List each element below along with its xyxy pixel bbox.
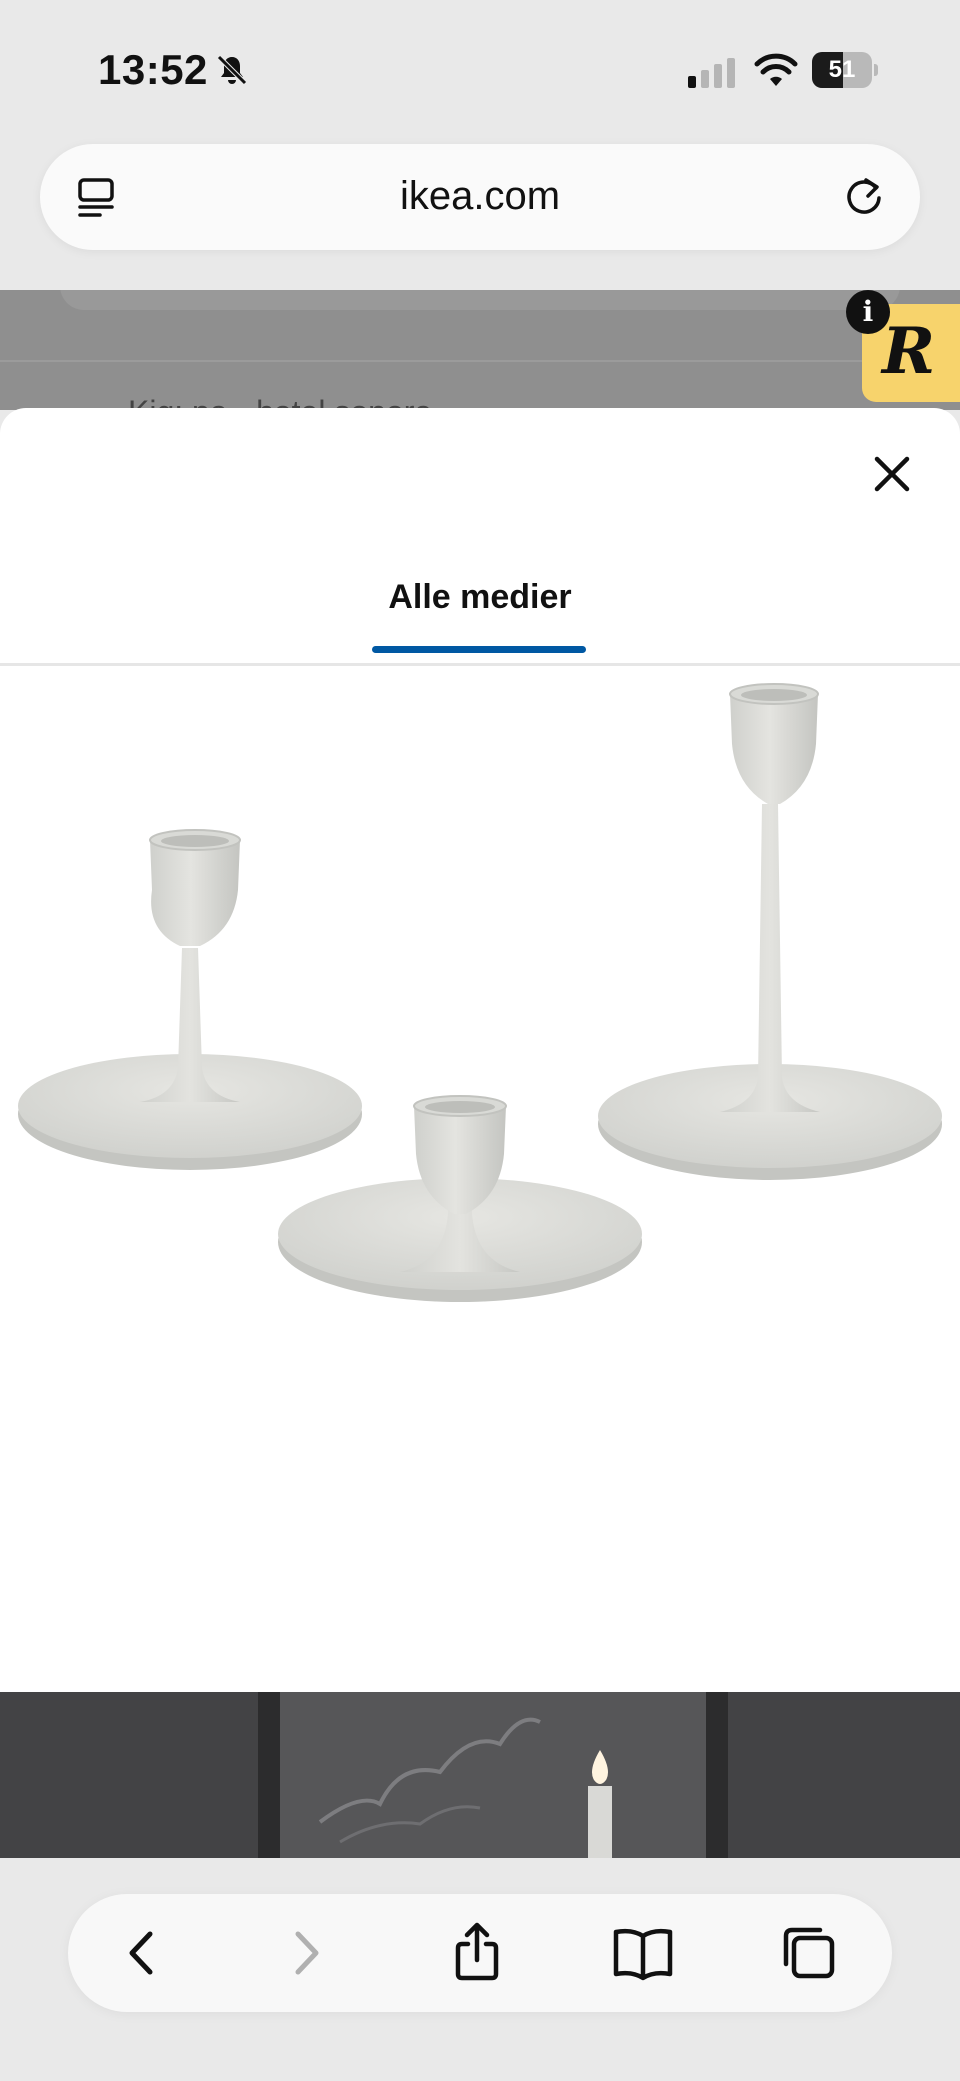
tab-switcher-button[interactable]	[772, 1916, 846, 1990]
browser-toolbar-area	[0, 1858, 960, 2081]
reload-icon[interactable]	[840, 172, 888, 220]
tab-divider	[0, 663, 960, 666]
url-text[interactable]: ikea.com	[40, 174, 920, 219]
candle-holder-right	[598, 683, 942, 1180]
wifi-icon	[754, 53, 798, 86]
battery-indicator: 51	[812, 52, 878, 88]
background-page-overlay: Kig: pa - hotel sonora	[0, 290, 960, 410]
candle-holder-left	[18, 829, 362, 1170]
chevron-left-icon	[129, 1931, 153, 1975]
active-tab-indicator	[372, 646, 586, 653]
status-time: 13:52	[98, 46, 208, 93]
extension-logo: R	[882, 314, 936, 389]
browser-toolbar	[68, 1894, 892, 2012]
tab-all-media[interactable]: Alle medier	[372, 578, 588, 660]
cellular-signal-icon	[688, 58, 735, 88]
tabs-overview-icon	[783, 1927, 835, 1979]
background-card	[60, 290, 900, 310]
battery-level: 51	[828, 56, 856, 83]
bookmarks-button[interactable]	[606, 1916, 680, 1990]
bell-slash-icon	[217, 55, 247, 85]
status-bar: 13:52 51	[0, 0, 960, 140]
close-icon[interactable]	[866, 448, 918, 500]
product-image[interactable]	[0, 668, 960, 1692]
tab-label: Alle medier	[388, 578, 572, 616]
share-icon	[455, 1922, 499, 1981]
address-bar[interactable]: ikea.com	[40, 144, 920, 250]
info-icon[interactable]: i	[846, 290, 890, 334]
forward-button[interactable]	[268, 1916, 342, 1990]
back-button[interactable]	[106, 1916, 180, 1990]
book-icon	[613, 1928, 673, 1981]
background-divider	[0, 360, 960, 362]
chevron-right-icon	[295, 1931, 319, 1975]
media-modal: Alle medier	[0, 408, 960, 1858]
share-button[interactable]	[440, 1916, 514, 1990]
media-thumbnail-2[interactable]	[0, 1692, 960, 1858]
